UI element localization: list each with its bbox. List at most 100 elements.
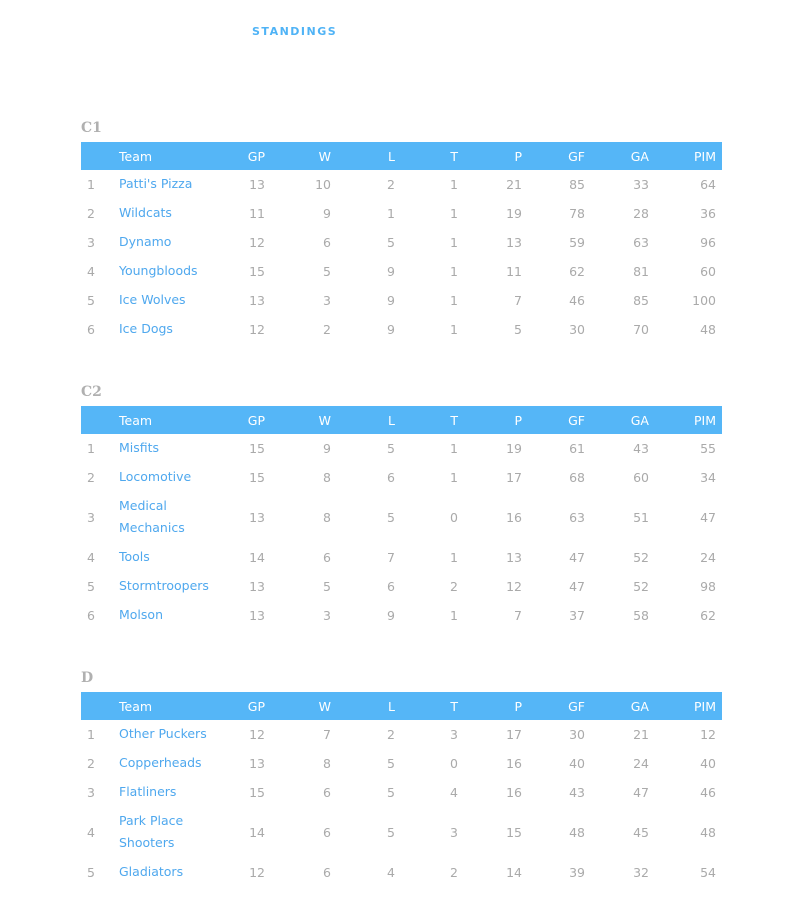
ga-cell: 63 xyxy=(633,234,649,250)
t-cell: 1 xyxy=(450,205,458,221)
w-cell: 8 xyxy=(323,509,331,525)
pim-cell: 47 xyxy=(700,509,716,525)
team-link[interactable]: Park Place Shooters xyxy=(119,807,221,858)
rank-cell: 2 xyxy=(87,205,95,221)
team-link[interactable]: Flatliners xyxy=(119,778,176,807)
gf-cell: 61 xyxy=(569,440,585,456)
rank-cell: 4 xyxy=(87,263,95,279)
gf-cell: 43 xyxy=(569,784,585,800)
gf-cell: 63 xyxy=(569,509,585,525)
t-cell: 1 xyxy=(450,176,458,192)
team-cell: Ice Wolves xyxy=(119,286,221,315)
rank-cell: 3 xyxy=(87,234,95,250)
rank-header xyxy=(81,692,119,720)
team-cell: Ice Dogs xyxy=(119,315,221,344)
p-cell: 21 xyxy=(506,176,522,192)
rank-cell: 3 xyxy=(87,509,95,525)
t-header: T xyxy=(450,148,458,164)
ga-cell: 51 xyxy=(633,509,649,525)
t-cell: 1 xyxy=(450,263,458,279)
team-header: Team xyxy=(119,412,153,428)
pim-header: PIM xyxy=(693,148,716,164)
team-link[interactable]: Youngbloods xyxy=(119,257,198,286)
gp-header: GP xyxy=(247,698,265,714)
gp-cell: 15 xyxy=(249,263,265,279)
table-row: 4 Tools 14 6 7 1 13 47 52 24 xyxy=(81,543,722,572)
team-cell: Dynamo xyxy=(119,228,221,257)
w-cell: 5 xyxy=(323,578,331,594)
t-cell: 1 xyxy=(450,321,458,337)
w-cell: 9 xyxy=(323,205,331,221)
table-header-row: Team GP W L T P GF GA PIM xyxy=(81,692,722,720)
team-cell: Wildcats xyxy=(119,199,221,228)
gf-cell: 40 xyxy=(569,755,585,771)
team-link[interactable]: Medical Mechanics xyxy=(119,492,221,543)
team-header: Team xyxy=(119,148,153,164)
t-header: T xyxy=(450,698,458,714)
team-link[interactable]: Ice Dogs xyxy=(119,315,173,344)
gp-cell: 11 xyxy=(249,205,265,221)
team-cell: Molson xyxy=(119,601,221,630)
gp-cell: 13 xyxy=(249,607,265,623)
l-cell: 6 xyxy=(387,578,395,594)
team-link[interactable]: Stormtroopers xyxy=(119,572,209,601)
team-link[interactable]: Molson xyxy=(119,601,163,630)
team-link[interactable]: Ice Wolves xyxy=(119,286,186,315)
gp-cell: 13 xyxy=(249,578,265,594)
table-row: 6 Ice Dogs 12 2 9 1 5 30 70 48 xyxy=(81,315,722,344)
pim-cell: 48 xyxy=(700,824,716,840)
pim-header: PIM xyxy=(693,412,716,428)
t-cell: 1 xyxy=(450,607,458,623)
pim-cell: 100 xyxy=(692,292,716,308)
rank-cell: 1 xyxy=(87,176,95,192)
team-link[interactable]: Patti's Pizza xyxy=(119,170,192,199)
t-cell: 1 xyxy=(450,292,458,308)
l-cell: 5 xyxy=(387,509,395,525)
l-cell: 9 xyxy=(387,607,395,623)
gp-cell: 13 xyxy=(249,176,265,192)
gf-cell: 37 xyxy=(569,607,585,623)
w-cell: 6 xyxy=(323,549,331,565)
table-row: 2 Copperheads 13 8 5 0 16 40 24 40 xyxy=(81,749,722,778)
rank-cell: 5 xyxy=(87,864,95,880)
team-link[interactable]: Dynamo xyxy=(119,228,171,257)
team-link[interactable]: Gladiators xyxy=(119,858,183,887)
team-link[interactable]: Misfits xyxy=(119,434,159,463)
table-row: 1 Patti's Pizza 13 10 2 1 21 85 33 64 xyxy=(81,170,722,199)
gf-cell: 47 xyxy=(569,578,585,594)
w-cell: 5 xyxy=(323,263,331,279)
team-cell: Copperheads xyxy=(119,749,221,778)
t-cell: 4 xyxy=(450,784,458,800)
t-cell: 2 xyxy=(450,578,458,594)
table-row: 6 Molson 13 3 9 1 7 37 58 62 xyxy=(81,601,722,630)
rank-header xyxy=(81,142,119,170)
gp-cell: 12 xyxy=(249,321,265,337)
table-row: 1 Other Puckers 12 7 2 3 17 30 21 12 xyxy=(81,720,722,749)
pim-cell: 98 xyxy=(700,578,716,594)
w-cell: 9 xyxy=(323,440,331,456)
team-link[interactable]: Wildcats xyxy=(119,199,172,228)
p-cell: 16 xyxy=(506,509,522,525)
t-cell: 3 xyxy=(450,726,458,742)
gp-cell: 12 xyxy=(249,234,265,250)
w-cell: 6 xyxy=(323,824,331,840)
l-cell: 5 xyxy=(387,234,395,250)
table-header-row: Team GP W L T P GF GA PIM xyxy=(81,406,722,434)
gf-header: GF xyxy=(568,698,585,714)
rank-cell: 3 xyxy=(87,784,95,800)
w-header: W xyxy=(318,148,331,164)
team-link[interactable]: Other Puckers xyxy=(119,720,207,749)
team-link[interactable]: Copperheads xyxy=(119,749,202,778)
l-header: L xyxy=(388,698,395,714)
p-cell: 11 xyxy=(506,263,522,279)
rank-cell: 1 xyxy=(87,440,95,456)
team-link[interactable]: Tools xyxy=(119,543,150,572)
table-row: 3 Flatliners 15 6 5 4 16 43 47 46 xyxy=(81,778,722,807)
rank-cell: 5 xyxy=(87,578,95,594)
team-cell: Misfits xyxy=(119,434,221,463)
p-cell: 17 xyxy=(506,726,522,742)
team-link[interactable]: Locomotive xyxy=(119,463,191,492)
table-row: 5 Stormtroopers 13 5 6 2 12 47 52 98 xyxy=(81,572,722,601)
w-cell: 3 xyxy=(323,607,331,623)
pim-cell: 62 xyxy=(700,607,716,623)
